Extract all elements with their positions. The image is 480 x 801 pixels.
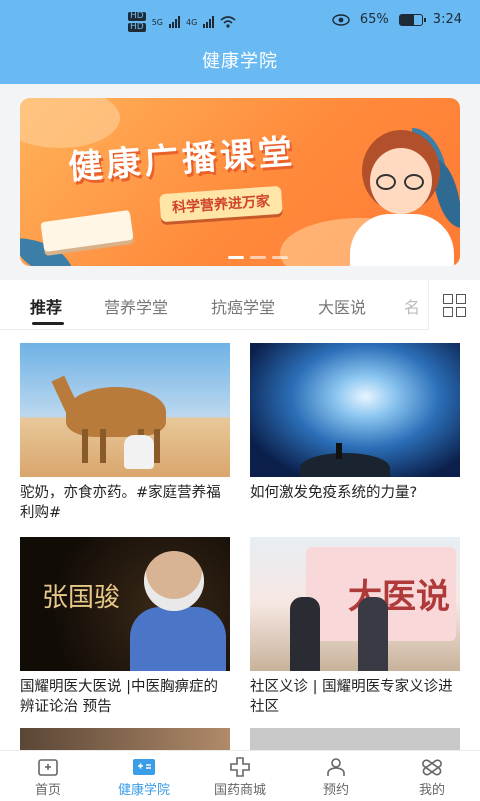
tab-recommend[interactable]: 推荐: [30, 294, 62, 318]
nav-label: 首页: [34, 783, 61, 798]
banner-area: 健康广播课堂 科学营养进万家: [0, 84, 480, 280]
glasses-illustration: [376, 174, 428, 190]
nav-academy[interactable]: 健康学院: [96, 751, 192, 801]
status-time: 3:24: [432, 12, 462, 27]
eye-icon: [332, 13, 350, 26]
banner-leaf: [432, 158, 460, 228]
article-card[interactable]: 大医说 社区义诊 | 国耀明医专家义诊进社区: [250, 537, 460, 717]
article-card[interactable]: 张国骏 国耀明医大医说 |中医胸痹症的辨证论治 预告: [20, 537, 230, 717]
grid-icon: [443, 293, 466, 317]
profile-icon: [422, 759, 442, 776]
signal-icon: [169, 16, 180, 28]
academy-icon: [133, 759, 155, 775]
article-card-partial[interactable]: [20, 728, 230, 750]
hd-badge: HD: [128, 11, 146, 21]
battery-icon: [398, 13, 426, 26]
mall-icon: [230, 757, 250, 777]
doctor-portrait-image: 张国骏: [20, 537, 230, 671]
page-title: 健康学院: [0, 40, 480, 84]
tab-doctor-talk[interactable]: 大医说: [318, 294, 366, 318]
article-title: 如何激发免疫系统的力量?: [250, 485, 418, 501]
nav-label: 健康学院: [117, 783, 170, 798]
book-illustration: [40, 209, 134, 253]
nav-label: 我的: [418, 783, 445, 798]
article-card[interactable]: 驼奶，亦食亦药。#家庭营养福利购#: [20, 343, 230, 523]
hd-badges: HD HD: [128, 12, 146, 32]
carousel-dot[interactable]: [272, 256, 288, 259]
tab-nutrition[interactable]: 营养学堂: [104, 294, 168, 318]
nav-label: 国药商城: [213, 783, 266, 798]
banner-carousel[interactable]: 健康广播课堂 科学营养进万家: [20, 98, 460, 266]
girl-illustration: [350, 214, 454, 266]
network-5g-label: 5G: [151, 17, 163, 27]
nav-appointment[interactable]: 预约: [288, 751, 384, 801]
article-card-partial[interactable]: [250, 728, 460, 750]
battery-percent: 65%: [359, 12, 389, 27]
tab-active-indicator: [32, 322, 64, 325]
bottom-nav: 首页 健康学院 国药商城 预约 我的: [0, 750, 480, 800]
galaxy-image: [250, 343, 460, 477]
carousel-dot[interactable]: [250, 256, 266, 259]
category-tabs: 推荐 营养学堂 抗癌学堂 大医说 名: [0, 280, 480, 330]
status-left: HD HD 5G 4G: [128, 12, 236, 32]
tab-anticancer[interactable]: 抗癌学堂: [211, 294, 275, 318]
nav-label: 预约: [322, 783, 349, 798]
community-event-image: 大医说: [250, 537, 460, 671]
article-title: 国耀明医大医说 |中医胸痹症的辨证论治 预告: [20, 679, 218, 715]
article-title: 社区义诊 | 国耀明医专家义诊进社区: [250, 679, 453, 715]
article-title: 驼奶，亦食亦药。#家庭营养福利购#: [20, 485, 221, 521]
nav-profile[interactable]: 我的: [384, 751, 480, 801]
carousel-dots: [228, 256, 288, 259]
nav-home[interactable]: 首页: [0, 751, 96, 801]
camel-desert-image: [20, 343, 230, 477]
carousel-dot[interactable]: [228, 256, 244, 259]
battery-fill: [399, 14, 415, 25]
overlay-calligraphy: 张国骏: [42, 583, 121, 613]
tab-more-partial[interactable]: 名: [404, 294, 426, 318]
status-bar: HD HD 5G 4G 65% 3:24: [0, 0, 480, 40]
article-card[interactable]: 如何激发免疫系统的力量?: [250, 343, 460, 503]
signal-icon: [203, 16, 215, 28]
hd-badge: HD: [128, 22, 146, 32]
nav-mall[interactable]: 国药商城: [192, 751, 288, 801]
home-icon: [38, 759, 58, 776]
network-4g-label: 4G: [186, 17, 198, 27]
banner-subtitle: 科学营养进万家: [159, 185, 283, 223]
status-right: 65% 3:24: [332, 12, 462, 27]
appointment-icon: [327, 758, 345, 776]
tab-menu-button[interactable]: [428, 280, 480, 330]
wifi-icon: [220, 16, 236, 28]
